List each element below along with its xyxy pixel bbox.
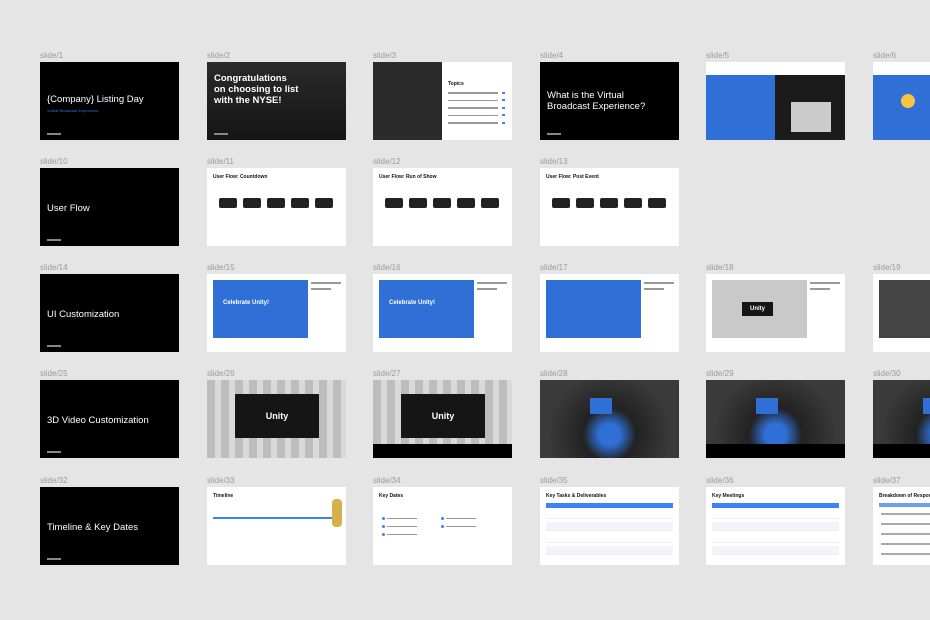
slide-title: User Flow: [47, 203, 90, 214]
slide-title: Congratulations on choosing to list with…: [214, 73, 299, 106]
slide-label: slide/14: [40, 263, 68, 272]
slide-label: slide/19: [873, 263, 901, 272]
slide-label: slide/32: [40, 476, 68, 485]
slide-title: Topics: [448, 81, 464, 87]
slide-label: slide/37: [873, 476, 901, 485]
slide-title: Celebrate Unity!: [223, 300, 270, 306]
slide-label: slide/16: [373, 263, 401, 272]
slide-label: slide/26: [207, 369, 235, 378]
slide-label: slide/25: [40, 369, 68, 378]
slide-label: slide/2: [207, 51, 231, 60]
slide-title: Key Meetings: [712, 493, 745, 499]
logo: [47, 345, 61, 347]
slide-label: slide/13: [540, 157, 568, 166]
slide-title: Unity: [742, 302, 773, 316]
slide-label: slide/28: [540, 369, 568, 378]
slide-label: slide/18: [706, 263, 734, 272]
slide-title: UI Customization: [47, 309, 120, 320]
slide-label: slide/11: [207, 157, 234, 166]
slide-label: slide/3: [373, 51, 397, 60]
slide-label: slide/4: [540, 51, 564, 60]
slide-label: slide/1: [40, 51, 64, 60]
logo: [47, 451, 61, 453]
slide-label: slide/17: [540, 263, 568, 272]
slide-label: slide/6: [873, 51, 897, 60]
slide-title: Breakdown of Responsibilities: [879, 493, 930, 499]
slide-subtitle: Virtual Broadcast Experience: [47, 108, 99, 113]
slide-title: User Flow: Countdown: [213, 174, 268, 180]
slide-label: slide/29: [706, 369, 734, 378]
slide-label: slide/36: [706, 476, 734, 485]
slide-label: slide/34: [373, 476, 401, 485]
logo: [47, 239, 61, 241]
slide-label: slide/5: [706, 51, 730, 60]
slide-label: slide/15: [207, 263, 235, 272]
slide-title: User Flow: Run of Show: [379, 174, 437, 180]
slide-label: slide/33: [207, 476, 235, 485]
logo: [547, 133, 561, 135]
slide-label: slide/10: [40, 157, 68, 166]
slide-title: Timeline & Key Dates: [47, 522, 138, 533]
photo: [373, 62, 442, 140]
slide-title: Unity: [401, 394, 485, 438]
slide-label: slide/12: [373, 157, 401, 166]
slide-label: slide/30: [873, 369, 901, 378]
logo: [47, 558, 61, 560]
logo: [214, 133, 228, 135]
slide-label: slide/35: [540, 476, 568, 485]
slide-title: Timeline: [213, 493, 234, 499]
slide-title: Key Dates: [379, 493, 404, 499]
slide-title: What is the Virtual Broadcast Experience…: [547, 90, 646, 112]
logo: [47, 133, 61, 135]
slide-title: Key Tasks & Deliverables: [546, 493, 607, 499]
slide-title: 3D Video Customization: [47, 415, 149, 426]
slide-title: Unity: [235, 394, 319, 438]
slide-title: User Flow: Post Event: [546, 174, 599, 180]
slide-title: {Company} Listing Day: [47, 94, 144, 105]
slide-title: Celebrate Unity!: [389, 300, 436, 306]
slide-label: slide/27: [373, 369, 401, 378]
